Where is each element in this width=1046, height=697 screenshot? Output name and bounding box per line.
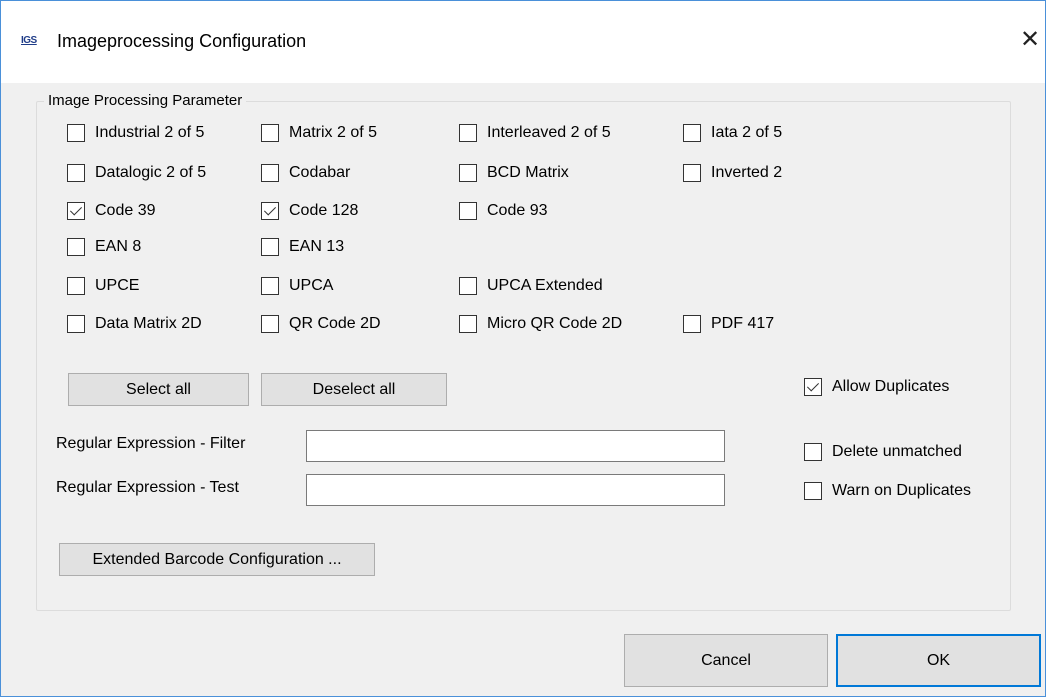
checkbox-box[interactable] [459,277,477,295]
checkbox-box[interactable] [67,124,85,142]
checkbox-label: Code 128 [289,202,359,219]
checkbox-label: EAN 8 [95,238,142,255]
checkbox-box[interactable] [683,164,701,182]
checkbox-upce[interactable]: UPCE [67,274,139,298]
checkbox-box[interactable] [67,202,85,220]
checkbox-delete-unmatched[interactable]: Delete unmatched [804,440,962,464]
checkbox-qr-code-2d[interactable]: QR Code 2D [261,312,381,336]
checkbox-label: EAN 13 [289,238,345,255]
checkbox-label: Warn on Duplicates [832,482,972,499]
app-icon: IGS [21,35,37,46]
checkbox-micro-qr-code-2d[interactable]: Micro QR Code 2D [459,312,622,336]
checkbox-box[interactable] [261,277,279,295]
checkbox-upca-extended[interactable]: UPCA Extended [459,274,603,298]
checkbox-box[interactable] [804,378,822,396]
ok-button[interactable]: OK [836,634,1041,687]
checkbox-box[interactable] [459,315,477,333]
checkbox-inverted-2[interactable]: Inverted 2 [683,161,782,185]
checkbox-box[interactable] [683,124,701,142]
checkbox-label: UPCA Extended [487,277,603,294]
checkbox-allow-duplicates[interactable]: Allow Duplicates [804,375,949,399]
checkbox-label: Industrial 2 of 5 [95,124,205,141]
checkbox-data-matrix-2d[interactable]: Data Matrix 2D [67,312,202,336]
regex-filter-input[interactable] [306,430,725,462]
checkbox-label: Matrix 2 of 5 [289,124,378,141]
checkbox-pdf-417[interactable]: PDF 417 [683,312,774,336]
checkbox-box[interactable] [804,482,822,500]
group-legend: Image Processing Parameter [44,92,247,109]
checkbox-box[interactable] [67,315,85,333]
checkbox-box[interactable] [67,277,85,295]
checkbox-box[interactable] [67,238,85,256]
checkbox-label: BCD Matrix [487,164,569,181]
extended-barcode-config-button[interactable]: Extended Barcode Configuration ... [59,543,375,576]
checkbox-code-128[interactable]: Code 128 [261,199,358,223]
checkbox-warn-on-duplicates[interactable]: Warn on Duplicates [804,479,971,503]
checkbox-label: Code 39 [95,202,156,219]
checkbox-box[interactable] [261,164,279,182]
checkbox-label: Inverted 2 [711,164,783,181]
checkbox-box[interactable] [804,443,822,461]
dialog-window: IGS Imageprocessing Configuration ✕ Imag… [0,0,1046,697]
checkbox-interleaved-2-of-5[interactable]: Interleaved 2 of 5 [459,121,611,145]
checkbox-upca[interactable]: UPCA [261,274,333,298]
checkbox-box[interactable] [459,164,477,182]
checkbox-label: QR Code 2D [289,315,381,332]
checkbox-label: Micro QR Code 2D [487,315,623,332]
checkbox-label: UPCE [95,277,140,294]
checkbox-codabar[interactable]: Codabar [261,161,350,185]
checkbox-label: Data Matrix 2D [95,315,202,332]
checkbox-datalogic-2-of-5[interactable]: Datalogic 2 of 5 [67,161,206,185]
checkbox-box[interactable] [67,164,85,182]
checkbox-industrial-2-of-5[interactable]: Industrial 2 of 5 [67,121,204,145]
checkbox-label: UPCA [289,277,334,294]
checkbox-iata-2-of-5[interactable]: Iata 2 of 5 [683,121,782,145]
close-icon[interactable]: ✕ [1017,25,1043,55]
checkbox-label: PDF 417 [711,315,775,332]
checkbox-label: Delete unmatched [832,443,962,460]
checkbox-code-93[interactable]: Code 93 [459,199,548,223]
checkbox-code-39[interactable]: Code 39 [67,199,156,223]
select-all-button[interactable]: Select all [68,373,249,406]
checkbox-box[interactable] [261,202,279,220]
regex-test-input[interactable] [306,474,725,506]
checkbox-bcd-matrix[interactable]: BCD Matrix [459,161,569,185]
checkbox-label: Datalogic 2 of 5 [95,164,207,181]
checkbox-ean-8[interactable]: EAN 8 [67,235,141,259]
deselect-all-button[interactable]: Deselect all [261,373,447,406]
checkbox-box[interactable] [261,238,279,256]
window-title: Imageprocessing Configuration [57,31,307,51]
checkbox-label: Code 93 [487,202,548,219]
checkbox-label: Iata 2 of 5 [711,124,783,141]
checkbox-matrix-2-of-5[interactable]: Matrix 2 of 5 [261,121,377,145]
checkbox-box[interactable] [459,202,477,220]
checkbox-label: Interleaved 2 of 5 [487,124,611,141]
checkbox-box[interactable] [261,315,279,333]
regex-filter-label: Regular Expression - Filter [56,435,246,452]
checkbox-box[interactable] [683,315,701,333]
title-bar: IGS Imageprocessing Configuration ✕ [1,1,1045,83]
checkbox-ean-13[interactable]: EAN 13 [261,235,344,259]
checkbox-label: Codabar [289,164,351,181]
regex-test-label: Regular Expression - Test [56,479,239,496]
checkbox-label: Allow Duplicates [832,378,950,395]
checkbox-box[interactable] [261,124,279,142]
checkbox-box[interactable] [459,124,477,142]
cancel-button[interactable]: Cancel [624,634,828,687]
